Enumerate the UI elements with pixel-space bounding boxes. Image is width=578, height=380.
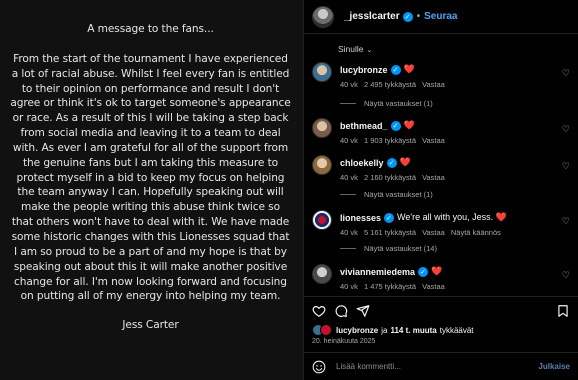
reply-button[interactable]: Vastaa [422,282,445,291]
like-heart-icon[interactable]: ♡ [562,124,570,135]
comment-likes-count[interactable]: 5 161 tykkäystä [364,228,416,237]
comment-item: bethmead_ ✓ ❤️ 40 vk 1 903 tykkäystä Vas… [312,118,574,148]
view-replies-label: Näytä vastaukset (1) [364,99,433,108]
likes-connector: ja [381,325,388,335]
follow-button[interactable]: Seuraa [424,11,457,22]
comment-time: 40 vk [340,136,358,145]
first-liker[interactable]: lucybronze [336,326,378,335]
statement-body: From the start of the tournament I have … [10,52,291,303]
view-replies-button[interactable]: Näytä vastaukset (14) [340,244,437,253]
comment-time: 40 vk [340,282,358,291]
comment-item: lucybronze ✓ ❤️ 40 vk 2 495 tykkäystä Va… [312,62,574,108]
replies-divider [340,248,356,249]
verified-icon: ✓ [418,266,429,277]
verified-icon: ✓ [390,64,401,75]
statement-heading: A message to the fans... [87,23,214,35]
reply-button[interactable]: Vastaa [422,228,445,237]
likes-summary[interactable]: lucybronze ja 114 t. muuta tykkäävät [312,324,474,336]
post-date[interactable]: 20. heinäkuuta 2025 [312,338,375,345]
comment-text: ❤️ [403,64,415,74]
comment-time: 40 vk [340,80,358,89]
comment-item: chloekelly ✓ ❤️ 40 vk 2 160 tykkäystä Va… [312,155,574,199]
commenter-avatar[interactable] [312,118,332,138]
comment-likes-count[interactable]: 1 903 tykkäystä [364,136,416,145]
comment-likes-count[interactable]: 1 475 tykkäystä [364,282,416,291]
commenter-username[interactable]: viviannemiedema [340,267,415,277]
post-image: A message to the fans... From the start … [0,0,303,380]
commenter-username[interactable]: chloekelly [340,158,384,168]
verified-icon: ✓ [390,120,401,131]
likes-others[interactable]: 114 t. muuta [390,326,436,335]
like-heart-icon[interactable]: ♡ [562,270,570,281]
commenter-avatar[interactable] [312,264,332,284]
comment-item: lionesses ✓ We're all with you, Jess. ❤️… [312,210,574,254]
save-icon[interactable] [556,304,570,318]
view-replies-label: Näytä vastaukset (1) [364,190,433,199]
share-icon[interactable] [356,304,370,318]
verified-icon: ✓ [384,212,395,223]
see-translation-button[interactable]: Näytä käännös [451,228,501,237]
post-side-panel: _jesslcarter ✓ • Seuraa Sinulle ⌄ lucybro… [304,0,578,380]
commenter-avatar[interactable] [312,62,332,82]
comment-input[interactable] [336,362,539,371]
likes-suffix: tykkäävät [439,325,474,335]
comment-time: 40 vk [340,173,358,182]
view-replies-label: Näytä vastaukset (14) [364,244,437,253]
header-separator: • [416,11,421,22]
add-comment-bar: Julkaise [304,352,578,380]
post-header: _jesslcarter ✓ • Seuraa [304,0,578,34]
replies-divider [340,194,356,195]
reply-button[interactable]: Vastaa [422,136,445,145]
comment-text: ❤️ [431,266,443,276]
comments-sort-label: Sinulle [338,44,364,54]
statement-signature: Jess Carter [122,319,179,332]
like-heart-icon[interactable]: ♡ [562,216,570,227]
chevron-down-icon: ⌄ [366,47,373,54]
liker-avatar [320,324,332,336]
view-replies-button[interactable]: Näytä vastaukset (1) [340,190,433,199]
commenter-avatar[interactable] [312,210,332,230]
view-replies-button[interactable]: Näytä vastaukset (1) [340,99,433,108]
replies-divider [340,103,356,104]
commenter-username[interactable]: lionesses [340,213,381,223]
comment-text: ❤️ [403,120,415,130]
comment-icon[interactable] [334,304,348,318]
comment-time: 40 vk [340,228,358,237]
verified-icon: ✓ [402,11,413,22]
comment-likes-count[interactable]: 2 495 tykkäystä [364,80,416,89]
reply-button[interactable]: Vastaa [422,173,445,182]
comment-likes-count[interactable]: 2 160 tykkäystä [364,173,416,182]
author-username[interactable]: _jesslcarter [344,11,400,22]
comment-text: ❤️ [399,157,411,167]
comments-sort-dropdown[interactable]: Sinulle ⌄ [338,44,372,54]
commenter-username[interactable]: lucybronze [340,65,388,75]
comment-item: viviannemiedema ✓ ❤️ 40 vk 1 475 tykkäys… [312,264,574,294]
like-heart-icon[interactable]: ♡ [562,161,570,172]
like-heart-icon[interactable]: ♡ [562,68,570,79]
commenter-avatar[interactable] [312,155,332,175]
emoji-icon[interactable] [312,360,326,374]
comment-text: We're all with you, Jess. ❤️ [397,212,507,222]
commenter-username[interactable]: bethmead_ [340,121,388,131]
statement-text: A message to the fans... From the start … [10,22,291,333]
reply-button[interactable]: Vastaa [422,80,445,89]
post-comment-button[interactable]: Julkaise [538,362,570,371]
author-avatar[interactable] [312,5,334,28]
like-heart-icon[interactable] [312,304,326,318]
post-actions-bar [304,296,578,322]
verified-icon: ✓ [386,157,397,168]
